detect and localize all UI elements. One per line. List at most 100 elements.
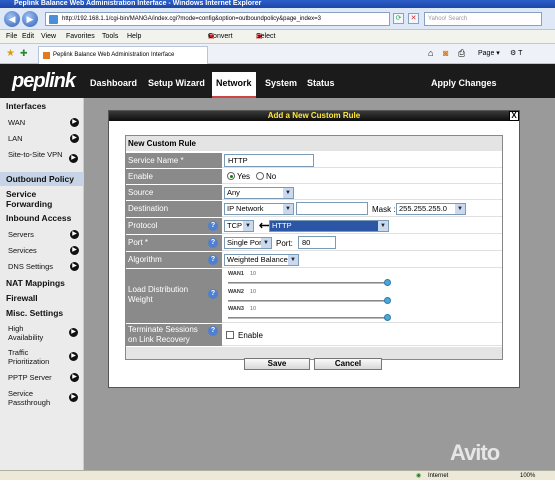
sidebar-item-traffic-prioritization[interactable]: Traffic Prioritization (0, 348, 60, 366)
port-input[interactable]: 80 (298, 236, 336, 249)
menu-favorites[interactable]: Favorites (66, 30, 95, 44)
wan1-slider-thumb[interactable] (384, 279, 391, 286)
sidebar-item-outbound-policy[interactable]: Outbound Policy (0, 172, 84, 186)
address-toolbar: ◀ ▶ http://192.168.1.1/cgi-bin/MANGA/ind… (0, 8, 555, 30)
go-icon[interactable]: ⟳ (393, 13, 404, 24)
apply-changes-button[interactable]: Apply Changes (427, 72, 501, 98)
label-enable: Enable (126, 169, 222, 184)
service-name-input[interactable]: HTTP (224, 154, 314, 167)
back-icon[interactable]: ◀ (4, 11, 20, 27)
label-terminate-sessions: Terminate Sessions on Link Recovery? (126, 324, 222, 346)
feeds-icon[interactable]: ◙ (443, 48, 448, 58)
label-source: Source (126, 185, 222, 200)
label-port: Port *? (126, 235, 222, 251)
wan2-slider-thumb[interactable] (384, 297, 391, 304)
destination-ip-input[interactable] (296, 202, 368, 215)
nav-dashboard[interactable]: Dashboard (86, 72, 141, 98)
window-title: Peplink Balance Web Administration Inter… (0, 0, 555, 8)
sidebar-item-pptp-server[interactable]: PPTP Server ▶ (0, 373, 84, 382)
chevron-right-icon: ▶ (70, 262, 79, 271)
wan2-weight: 10 (250, 289, 257, 295)
convert-button[interactable]: ▣ Convert ▾ (208, 30, 233, 44)
menu-file[interactable]: File (6, 30, 17, 44)
sidebar-item-service-passthrough[interactable]: Service Passthrough (0, 389, 62, 407)
enable-no-label: No (266, 172, 277, 181)
chevron-down-icon: ▼ (378, 221, 388, 231)
sidebar-item-dns-settings[interactable]: DNS Settings ▶ (0, 262, 84, 271)
nav-network[interactable]: Network (212, 72, 256, 98)
add-favorites-icon[interactable]: ✚ (20, 48, 28, 59)
mask-select[interactable]: 255.255.255.0 ▼ (396, 203, 466, 215)
destination-type-select[interactable]: IP Network ▼ (224, 203, 294, 215)
menu-view[interactable]: View (41, 30, 56, 44)
enable-no-radio[interactable] (256, 172, 264, 180)
source-select[interactable]: Any ▼ (224, 187, 294, 199)
chevron-down-icon: ▼ (243, 221, 253, 231)
help-icon[interactable]: ? (208, 238, 218, 248)
address-bar[interactable]: http://192.168.1.1/cgi-bin/MANGA/index.c… (45, 12, 390, 26)
sidebar-item-services[interactable]: Services ▶ (0, 246, 84, 255)
nav-status[interactable]: Status (303, 72, 339, 98)
chevron-down-icon: ▼ (283, 204, 293, 214)
nav-setup-wizard[interactable]: Setup Wizard (144, 72, 209, 98)
chevron-right-icon: ▶ (70, 373, 79, 382)
help-icon[interactable]: ? (208, 289, 218, 299)
menu-edit[interactable]: Edit (22, 30, 34, 44)
wan3-slider[interactable] (228, 314, 391, 321)
wan1-slider[interactable] (228, 279, 391, 286)
help-icon[interactable]: ? (208, 221, 218, 231)
peplink-logo: peplink (12, 70, 76, 92)
home-icon[interactable]: ⌂ (428, 48, 433, 58)
help-icon[interactable]: ? (208, 326, 218, 336)
port-mode-select[interactable]: Single Port ▼ (224, 237, 272, 249)
cancel-button[interactable]: Cancel (314, 358, 382, 370)
chevron-down-icon: ▼ (261, 238, 271, 248)
sidebar-item-servers[interactable]: Servers ▶ (0, 230, 84, 239)
tab-bar: ★ ✚ Peplink Balance Web Administration I… (0, 44, 555, 64)
sidebar-item-nat-mappings[interactable]: NAT Mappings (0, 278, 84, 288)
search-input[interactable]: Yahoo! Search (424, 12, 542, 26)
nav-system[interactable]: System (261, 72, 301, 98)
help-icon[interactable]: ? (208, 255, 218, 265)
sidebar-item-firewall[interactable]: Firewall (0, 293, 84, 303)
sidebar-item-wan[interactable]: WAN ▶ (0, 118, 84, 127)
sidebar-item-site-to-site-vpn[interactable]: Site-to-Site VPN (0, 150, 68, 159)
sidebar-heading-interfaces: Interfaces (6, 101, 47, 111)
terminate-sessions-checkbox[interactable] (226, 331, 234, 339)
sidebar-item-high-availability[interactable]: High Availability (0, 324, 60, 342)
peplink-favicon-icon (43, 52, 50, 59)
favorites-star-icon[interactable]: ★ (6, 48, 15, 59)
protocol-preset-select[interactable]: HTTP ▼ (269, 220, 389, 232)
menu-tools[interactable]: Tools (102, 30, 118, 44)
mask-label: Mask : (372, 205, 396, 214)
print-icon[interactable]: ⎙ (458, 48, 465, 59)
terminate-enable-label: Enable (238, 331, 263, 340)
tools-menu[interactable]: ⚙ T (510, 49, 522, 57)
sidebar-heading-misc-settings: Misc. Settings (6, 308, 64, 318)
label-destination: Destination (126, 201, 222, 217)
chevron-right-icon: ▶ (69, 154, 78, 163)
wan3-weight: 10 (250, 306, 257, 312)
save-button[interactable]: Save (244, 358, 310, 370)
chevron-right-icon: ▶ (70, 118, 79, 127)
enable-yes-radio[interactable] (227, 172, 235, 180)
protocol-select[interactable]: TCP ▼ (224, 220, 254, 232)
stop-icon[interactable]: ✕ (408, 13, 419, 24)
url-text: http://192.168.1.1/cgi-bin/MANGA/index.c… (62, 16, 322, 22)
close-icon[interactable]: X (509, 111, 519, 121)
watermark-logo: Avito (450, 440, 500, 465)
sidebar-item-lan[interactable]: LAN ▶ (0, 134, 84, 143)
algorithm-select[interactable]: Weighted Balance ▼ (224, 254, 299, 266)
chevron-down-icon: ▼ (455, 204, 465, 214)
menu-help[interactable]: Help (127, 30, 141, 44)
sidebar-item-service-forwarding[interactable]: Service Forwarding (0, 189, 70, 209)
port-label: Port: (276, 239, 293, 248)
rule-form: New Custom Rule Service Name * HTTP Enab… (125, 135, 503, 360)
wan3-slider-thumb[interactable] (384, 314, 391, 321)
browser-tab[interactable]: Peplink Balance Web Administration Inter… (38, 46, 208, 64)
page-menu[interactable]: Page ▾ (478, 49, 500, 57)
wan2-slider[interactable] (228, 297, 391, 304)
wan1-weight: 10 (250, 271, 257, 277)
forward-icon[interactable]: ▶ (22, 11, 38, 27)
chevron-right-icon: ▶ (69, 328, 78, 337)
